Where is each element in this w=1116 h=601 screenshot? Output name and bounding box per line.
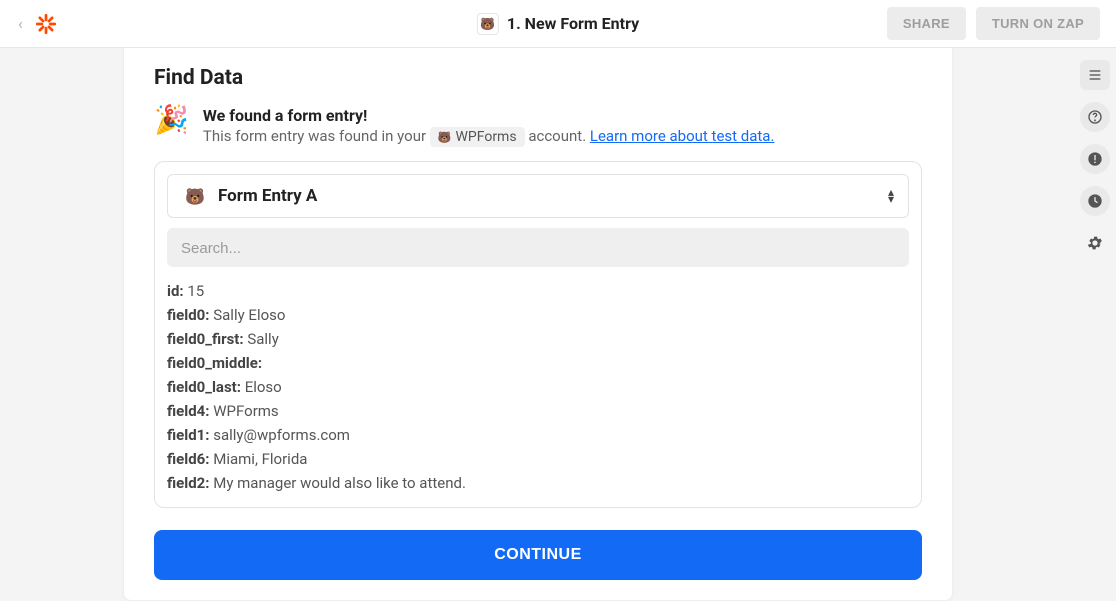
zapier-logo-icon[interactable] — [35, 13, 57, 35]
wpforms-mini-icon: 🐻 — [438, 131, 452, 144]
field-value: Miami, Florida — [213, 450, 307, 468]
field-value: Sally — [247, 330, 278, 348]
field-key: field0: — [167, 306, 210, 324]
field-row: field0_first: Sally — [167, 327, 909, 351]
step-title: 1. New Form Entry — [507, 14, 639, 33]
field-row: field0_middle: — [167, 351, 909, 375]
field-key: field0_middle: — [167, 354, 262, 372]
found-banner: 🎉 We found a form entry! This form entry… — [154, 106, 922, 147]
help-icon[interactable] — [1080, 102, 1110, 132]
header-right: SHARE TURN ON ZAP — [887, 7, 1100, 40]
field-value: 15 — [187, 282, 204, 300]
form-entry-icon: 🐻 — [182, 185, 208, 207]
found-title: We found a form entry! — [203, 106, 775, 125]
field-key: field0_last: — [167, 378, 241, 396]
field-row: field4: WPForms — [167, 399, 909, 423]
alert-icon[interactable] — [1080, 144, 1110, 174]
field-key: field1: — [167, 426, 210, 444]
field-value: WPForms — [213, 402, 278, 420]
field-key: field2: — [167, 474, 210, 492]
field-row: field6: Miami, Florida — [167, 447, 909, 471]
found-subtitle: This form entry was found in your 🐻 WPFo… — [203, 127, 775, 147]
field-value: Sally Eloso — [213, 306, 285, 324]
right-rail — [1074, 48, 1116, 258]
gear-icon[interactable] — [1080, 228, 1110, 258]
turn-on-zap-button[interactable]: TURN ON ZAP — [976, 7, 1100, 40]
found-sub-prefix: This form entry was found in your — [203, 127, 426, 145]
step-panel: Find Data 🎉 We found a form entry! This … — [123, 48, 953, 601]
editor-canvas: Find Data 🎉 We found a form entry! This … — [0, 48, 1116, 601]
field-row: id: 15 — [167, 279, 909, 303]
outline-icon[interactable] — [1080, 60, 1110, 90]
search-input[interactable] — [181, 240, 895, 257]
field-key: field4: — [167, 402, 210, 420]
section-title: Find Data — [154, 66, 922, 90]
field-value: My manager would also like to attend. — [213, 474, 466, 492]
found-sub-suffix: account. — [528, 127, 586, 145]
form-entry-label: Form Entry A — [218, 186, 317, 206]
field-row: field2: My manager would also like to at… — [167, 471, 909, 495]
field-key: id: — [167, 282, 184, 300]
wpforms-app-icon: 🐻 — [477, 13, 499, 35]
history-icon[interactable] — [1080, 186, 1110, 216]
field-list: id: 15 field0: Sally Eloso field0_first:… — [167, 279, 909, 495]
header-left: ‹ — [16, 13, 57, 35]
continue-button[interactable]: CONTINUE — [154, 530, 922, 580]
learn-more-link[interactable]: Learn more about test data. — [590, 127, 775, 145]
field-value: sally@wpforms.com — [213, 426, 350, 444]
sort-icon: ▴▾ — [888, 189, 894, 203]
party-popper-icon: 🎉 — [154, 106, 189, 147]
header-center: 🐻 1. New Form Entry — [477, 13, 639, 35]
field-row: field1: sally@wpforms.com — [167, 423, 909, 447]
back-chevron-icon[interactable]: ‹ — [16, 14, 25, 34]
app-header: ‹ 🐻 1. New Form Entry SHARE TURN ON ZAP — [0, 0, 1116, 48]
field-row: field0_last: Eloso — [167, 375, 909, 399]
field-key: field6: — [167, 450, 210, 468]
test-data-card: 🐻 Form Entry A ▴▾ id: 15 field0: Sally E… — [154, 161, 922, 508]
search-row — [167, 228, 909, 267]
field-key: field0_first: — [167, 330, 244, 348]
field-row: field0: Sally Eloso — [167, 303, 909, 327]
field-value: Eloso — [245, 378, 282, 396]
account-tag-label: WPForms — [455, 129, 516, 145]
account-tag: 🐻 WPForms — [430, 127, 525, 147]
form-entry-selector[interactable]: 🐻 Form Entry A ▴▾ — [167, 174, 909, 218]
share-button[interactable]: SHARE — [887, 7, 966, 40]
